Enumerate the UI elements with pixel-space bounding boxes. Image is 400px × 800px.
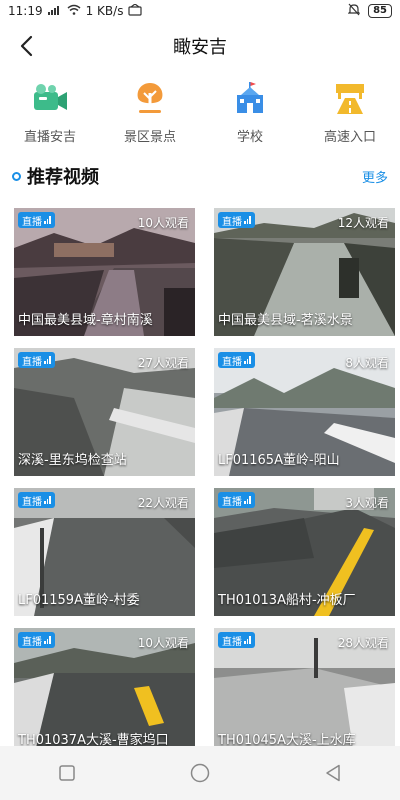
hd-call-icon bbox=[128, 2, 143, 19]
home-button[interactable] bbox=[180, 753, 220, 793]
video-title: 中国最美县域-章村南溪 bbox=[18, 313, 153, 328]
system-back-button[interactable] bbox=[313, 753, 353, 793]
video-title: 中国最美县域-茗溪水景 bbox=[218, 313, 353, 328]
recommended-section-header: 推荐视频 更多 bbox=[0, 162, 400, 190]
quick-nav-label: 高速入口 bbox=[323, 130, 376, 145]
status-bar: 11:19 1 KB/s 85 bbox=[0, 0, 400, 22]
viewer-count: 22人观看 bbox=[137, 496, 189, 510]
live-badge: 直播 bbox=[18, 352, 55, 368]
live-badge: 直播 bbox=[18, 212, 55, 228]
back-button[interactable] bbox=[12, 32, 40, 60]
quick-nav-label: 学校 bbox=[236, 130, 263, 145]
tree-icon bbox=[130, 80, 170, 116]
quick-nav-scenic[interactable]: 景区景点 bbox=[105, 80, 195, 150]
status-time: 11:19 bbox=[8, 4, 43, 18]
live-badge: 直播 bbox=[218, 352, 255, 368]
video-card[interactable]: 直播 22人观看 LF01159A董岭-村委 bbox=[14, 488, 195, 616]
section-dot-icon bbox=[12, 171, 21, 181]
viewer-count: 28人观看 bbox=[337, 636, 389, 650]
square-icon bbox=[58, 765, 75, 781]
section-title: 推荐视频 bbox=[27, 167, 99, 188]
net-speed: 1 KB/s bbox=[85, 4, 124, 18]
quick-nav-highway[interactable]: 高速入口 bbox=[305, 80, 395, 150]
viewer-count: 8人观看 bbox=[345, 356, 389, 370]
signal-bars-icon bbox=[44, 216, 51, 224]
video-camera-icon bbox=[30, 80, 70, 116]
viewer-count: 3人观看 bbox=[345, 496, 389, 510]
live-badge: 直播 bbox=[218, 492, 255, 508]
video-card[interactable]: 直播 12人观看 中国最美县域-茗溪水景 bbox=[214, 208, 395, 336]
circle-icon bbox=[190, 763, 210, 783]
signal-bars-icon bbox=[244, 216, 251, 224]
video-title: 深溪-里东坞检查站 bbox=[18, 453, 127, 468]
more-link[interactable]: 更多 bbox=[362, 167, 388, 186]
signal-bars-icon bbox=[44, 636, 51, 644]
viewer-count: 10人观看 bbox=[137, 636, 189, 650]
quick-nav-label: 景区景点 bbox=[123, 130, 176, 145]
chevron-left-icon bbox=[20, 35, 33, 57]
page-title: 瞰安吉 bbox=[173, 37, 227, 58]
wifi-icon bbox=[67, 4, 81, 18]
video-title: LF01159A董岭-村委 bbox=[18, 593, 140, 608]
video-card[interactable]: 直播 3人观看 TH01013A船村-冲板厂 bbox=[214, 488, 395, 616]
triangle-back-icon bbox=[326, 764, 341, 782]
battery-indicator: 85 bbox=[368, 4, 392, 18]
viewer-count: 27人观看 bbox=[137, 356, 189, 370]
signal-bars-icon bbox=[244, 636, 251, 644]
signal-bars-icon bbox=[244, 496, 251, 504]
video-card[interactable]: 直播 8人观看 LF01165A董岭-阳山 bbox=[214, 348, 395, 476]
video-title: TH01013A船村-冲板厂 bbox=[218, 593, 356, 608]
live-badge: 直播 bbox=[18, 492, 55, 508]
quick-nav: 直播安吉 景区景点 学校 高速入口 bbox=[0, 80, 400, 150]
viewer-count: 12人观看 bbox=[337, 216, 389, 230]
app-header: 瞰安吉 bbox=[0, 28, 400, 64]
school-building-icon bbox=[230, 80, 270, 116]
viewer-count: 10人观看 bbox=[137, 216, 189, 230]
signal-bars-icon bbox=[44, 496, 51, 504]
signal-bars-icon bbox=[244, 356, 251, 364]
live-badge: 直播 bbox=[218, 632, 255, 648]
video-title: LF01165A董岭-阳山 bbox=[218, 453, 340, 468]
quick-nav-live[interactable]: 直播安吉 bbox=[5, 80, 95, 150]
live-badge: 直播 bbox=[18, 632, 55, 648]
video-card[interactable]: 直播 27人观看 深溪-里东坞检查站 bbox=[14, 348, 195, 476]
system-nav-bar bbox=[0, 746, 400, 800]
signal-icon bbox=[47, 4, 62, 18]
recents-button[interactable] bbox=[47, 753, 87, 793]
signal-bars-icon bbox=[44, 356, 51, 364]
video-card[interactable]: 直播 10人观看 中国最美县域-章村南溪 bbox=[14, 208, 195, 336]
highway-icon bbox=[330, 80, 370, 116]
video-card[interactable]: 直播 28人观看 TH01045A大溪-上水库 bbox=[214, 628, 395, 756]
quick-nav-school[interactable]: 学校 bbox=[205, 80, 295, 150]
live-badge: 直播 bbox=[218, 212, 255, 228]
mute-bell-icon bbox=[347, 3, 361, 19]
quick-nav-label: 直播安吉 bbox=[23, 130, 76, 145]
video-card[interactable]: 直播 10人观看 TH01037A大溪-曹家坞口 bbox=[14, 628, 195, 756]
